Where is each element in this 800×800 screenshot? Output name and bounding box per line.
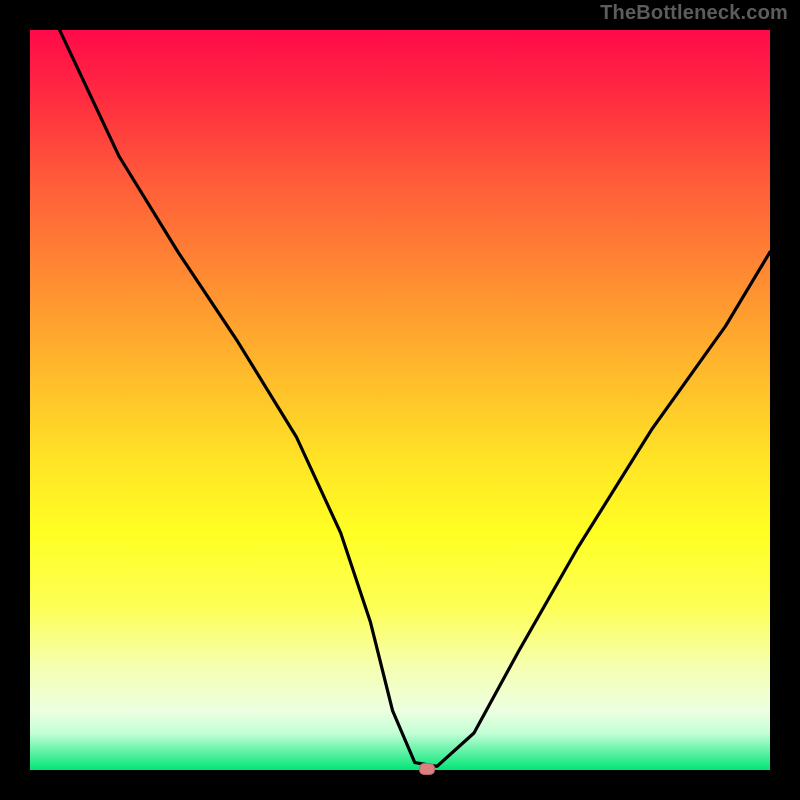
line-curve <box>30 30 770 770</box>
chart-frame: TheBottleneck.com <box>0 0 800 800</box>
watermark-text: TheBottleneck.com <box>600 2 788 25</box>
plot-area <box>30 30 770 770</box>
optimum-marker <box>419 763 435 775</box>
